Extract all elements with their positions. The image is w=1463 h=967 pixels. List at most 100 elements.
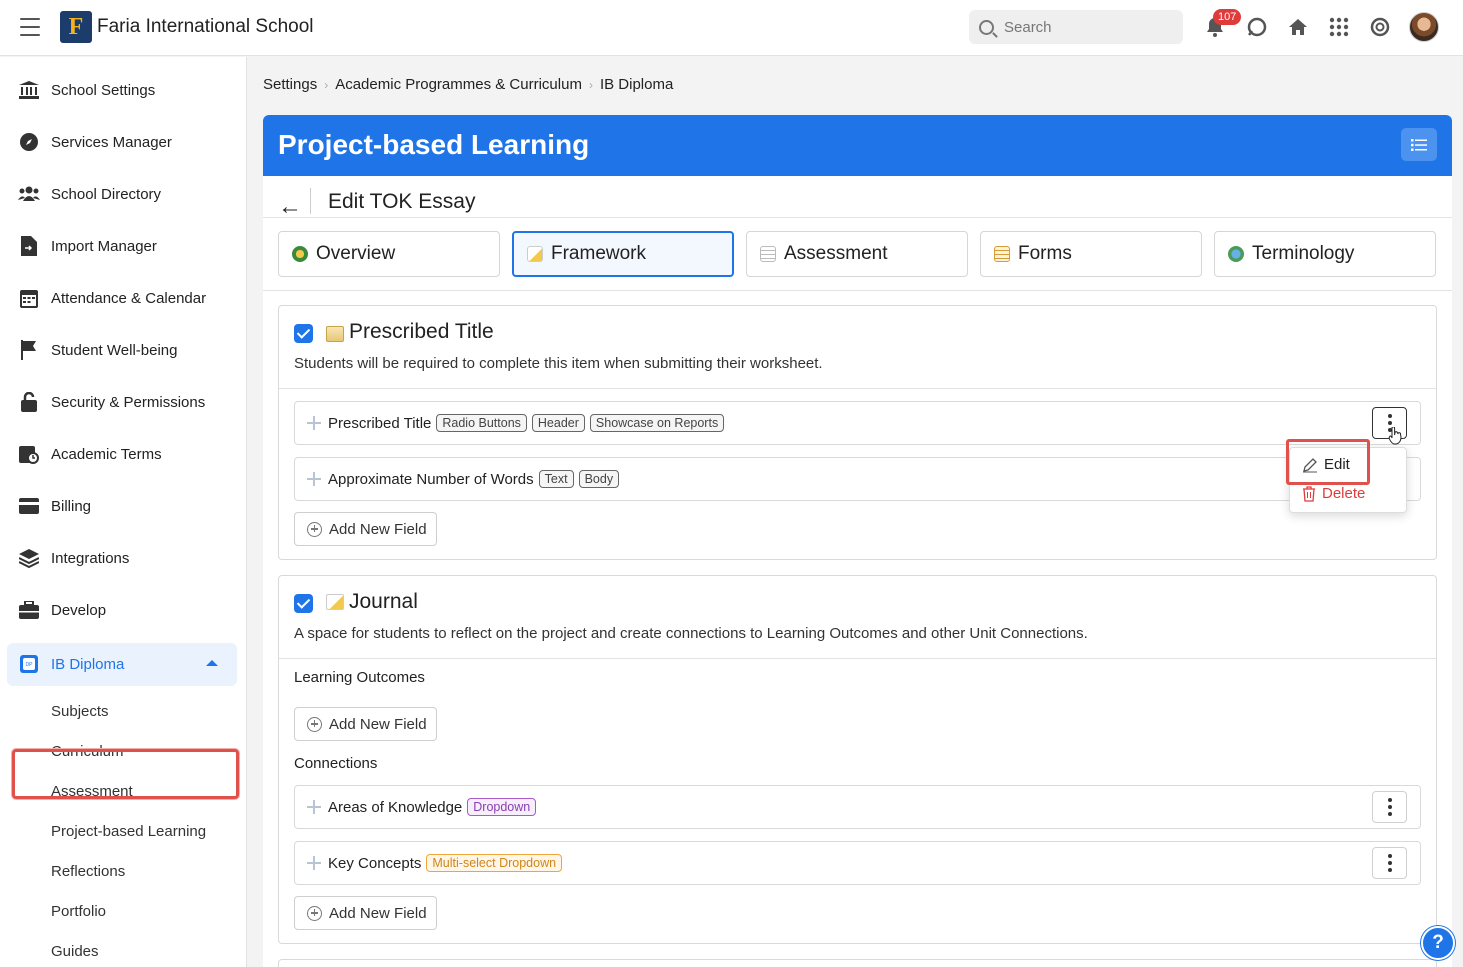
drag-handle-icon[interactable]	[307, 856, 321, 870]
chevron-up-icon[interactable]	[206, 659, 218, 667]
drag-handle-icon[interactable]	[307, 800, 321, 814]
sidebar-item-school-settings[interactable]: School Settings	[18, 75, 155, 105]
sidebar-item-develop[interactable]: Develop	[18, 595, 106, 625]
sidebar-sub-item-portfolio[interactable]: Portfolio	[51, 903, 106, 920]
sidebar-item-student-wellbeing[interactable]: Student Well-being	[18, 335, 177, 365]
sidebar-sub-item-subjects[interactable]: Subjects	[51, 703, 109, 720]
field-label: Approximate Number of Words	[328, 470, 534, 488]
breadcrumb-settings[interactable]: Settings	[263, 76, 317, 93]
hamburger-menu-icon[interactable]	[20, 18, 40, 36]
section-title: Journal	[349, 590, 418, 613]
field-options-button[interactable]	[1372, 847, 1407, 879]
menu-item-delete[interactable]: Delete	[1302, 485, 1365, 502]
field-row[interactable]: Prescribed Title Radio Buttons Header Sh…	[294, 401, 1421, 445]
section-title: Prescribed Title	[349, 320, 494, 343]
sidebar-item-integrations[interactable]: Integrations	[18, 543, 129, 573]
lock-icon	[18, 392, 40, 412]
sidebar-item-attendance-calendar[interactable]: Attendance & Calendar	[18, 283, 206, 313]
connections-label: Connections	[294, 755, 378, 772]
search-icon	[979, 19, 994, 35]
field-tag: Multi-select Dropdown	[426, 854, 563, 872]
field-tag: Radio Buttons	[436, 414, 527, 432]
section-enabled-checkbox[interactable]	[294, 324, 313, 343]
sidebar-item-label: Academic Terms	[51, 445, 162, 463]
apps-grid-icon[interactable]	[1328, 16, 1350, 38]
sidebar-item-label: Import Manager	[51, 237, 157, 255]
field-label: Key Concepts	[328, 854, 422, 872]
field-label: Prescribed Title	[328, 414, 432, 432]
sidebar-item-security-permissions[interactable]: Security & Permissions	[18, 387, 205, 417]
edit-title: Edit TOK Essay	[328, 190, 476, 213]
sidebar-item-label: School Directory	[51, 185, 162, 203]
sidebar-sub-item-project-based-learning[interactable]: Project-based Learning	[51, 823, 206, 840]
svg-text:DP: DP	[26, 662, 34, 668]
breadcrumb-academic-programmes[interactable]: Academic Programmes & Curriculum	[335, 76, 582, 93]
home-icon[interactable]	[1287, 16, 1309, 38]
users-icon	[18, 184, 40, 204]
list-view-button[interactable]	[1401, 128, 1437, 161]
sidebar-item-services-manager[interactable]: Services Manager	[18, 127, 172, 157]
annotation-highlight-project-based-learning	[12, 749, 239, 799]
sidebar-item-label: School Settings	[51, 81, 156, 99]
field-row[interactable]: Approximate Number of Words Text Body	[294, 457, 1421, 501]
breadcrumb: Settings › Academic Programmes & Curricu…	[263, 76, 673, 93]
page-banner: Project-based Learning	[263, 115, 1452, 176]
add-new-field-button[interactable]: Add New Field	[294, 707, 437, 741]
memo-icon	[326, 594, 344, 610]
header-divider	[263, 217, 1452, 218]
tab-forms[interactable]: Forms	[980, 231, 1202, 277]
drag-handle-icon[interactable]	[307, 416, 321, 430]
school-name[interactable]: Faria International School	[97, 16, 314, 38]
search-box[interactable]	[969, 10, 1183, 44]
tab-label: Framework	[551, 243, 647, 264]
add-new-field-button[interactable]: Add New Field	[294, 896, 437, 930]
tab-label: Assessment	[784, 243, 888, 264]
learning-outcomes-label: Learning Outcomes	[294, 669, 425, 686]
field-options-button[interactable]	[1372, 791, 1407, 823]
chat-icon[interactable]	[1246, 16, 1268, 38]
section-description: Students will be required to complete th…	[294, 355, 823, 372]
section-divider	[279, 658, 1436, 659]
calendar-clock-icon	[18, 444, 40, 464]
tab-assessment[interactable]: Assessment	[746, 231, 968, 277]
sidebar-sub-item-guides[interactable]: Guides	[51, 943, 99, 960]
section-description: A space for students to reflect on the p…	[294, 625, 1088, 642]
drag-handle-icon[interactable]	[307, 472, 321, 486]
field-tag: Text	[538, 470, 574, 488]
sidebar-sub-item-reflections[interactable]: Reflections	[51, 863, 125, 880]
tab-terminology[interactable]: Terminology	[1214, 231, 1436, 277]
user-avatar[interactable]	[1409, 12, 1439, 42]
memo-icon	[527, 246, 543, 262]
sidebar-item-school-directory[interactable]: School Directory	[18, 179, 161, 209]
sidebar-item-import-manager[interactable]: Import Manager	[18, 231, 157, 261]
file-import-icon	[18, 236, 40, 256]
field-tag: Dropdown	[467, 798, 537, 816]
search-input[interactable]	[1004, 18, 1164, 36]
breadcrumb-separator-icon: ›	[324, 77, 329, 92]
flag-icon	[18, 340, 40, 360]
school-logo[interactable]: F	[60, 11, 92, 43]
credit-card-icon	[18, 496, 40, 516]
field-tag: Header	[531, 414, 585, 432]
tabs-divider	[263, 290, 1452, 291]
main-card: Project-based Learning ← Edit TOK Essay …	[263, 115, 1452, 967]
sidebar-item-billing[interactable]: Billing	[18, 491, 91, 521]
sidebar-item-label: Services Manager	[51, 133, 172, 151]
globe-icon	[292, 246, 308, 262]
clipboard-icon	[994, 246, 1010, 262]
tab-framework[interactable]: Framework	[512, 231, 734, 277]
tab-overview[interactable]: Overview	[278, 231, 500, 277]
field-row[interactable]: Key Concepts Multi-select Dropdown	[294, 841, 1421, 885]
document-icon	[760, 246, 776, 262]
tab-label: Terminology	[1252, 243, 1355, 264]
support-lifebuoy-icon[interactable]	[1369, 16, 1391, 38]
section-prescribed-title: Prescribed Title Students will be requir…	[278, 305, 1437, 560]
add-new-field-button[interactable]: Add New Field	[294, 512, 437, 546]
field-row[interactable]: Areas of Knowledge Dropdown	[294, 785, 1421, 829]
sidebar-item-label: Student Well-being	[51, 341, 178, 359]
sidebar-item-academic-terms[interactable]: Academic Terms	[18, 439, 162, 469]
section-enabled-checkbox[interactable]	[294, 594, 313, 613]
help-button[interactable]: ?	[1421, 926, 1455, 960]
sidebar-group-ib-diploma-header[interactable]: DP IB Diploma	[18, 649, 124, 679]
breadcrumb-ib-diploma[interactable]: IB Diploma	[600, 76, 673, 93]
